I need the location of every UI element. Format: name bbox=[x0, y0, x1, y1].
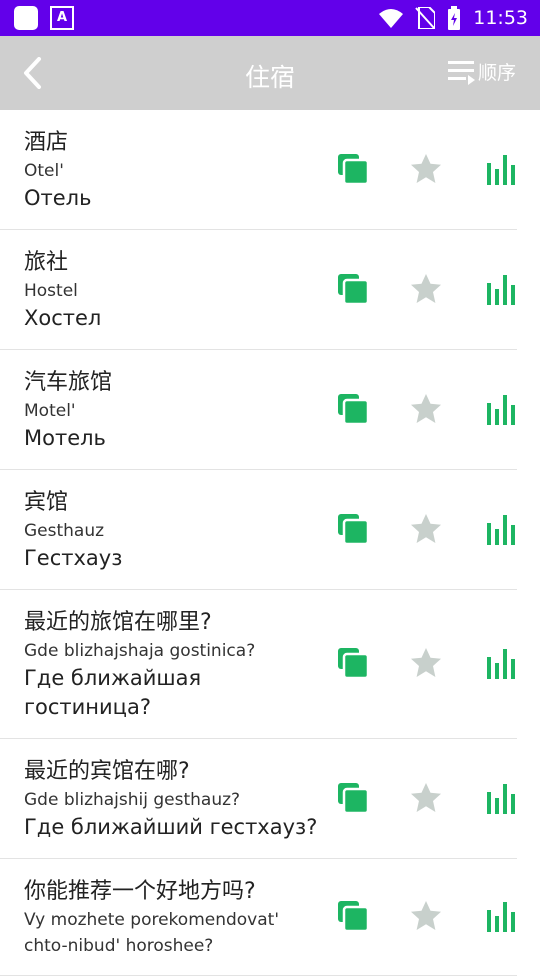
russian-text: Мотель bbox=[24, 426, 106, 450]
star-icon[interactable] bbox=[410, 513, 442, 545]
stats-bars-icon[interactable] bbox=[487, 273, 517, 305]
star-icon[interactable] bbox=[410, 153, 442, 185]
copy-icon[interactable] bbox=[337, 900, 369, 932]
russian-text: Хостел bbox=[24, 306, 102, 330]
stats-bars-icon[interactable] bbox=[487, 153, 517, 185]
wifi-icon bbox=[379, 9, 404, 28]
russian-text: Гестхауз bbox=[24, 546, 123, 570]
list-item: 你能推荐一个好地方吗? Vy mozhete porekomendovat' c… bbox=[0, 859, 517, 976]
star-icon[interactable] bbox=[410, 273, 442, 305]
stats-bars-icon[interactable] bbox=[487, 647, 517, 679]
copy-icon[interactable] bbox=[337, 647, 369, 679]
list-item: 宾馆 Gesthauz Гестхауз bbox=[0, 470, 517, 590]
star-icon[interactable] bbox=[410, 782, 442, 814]
copy-icon[interactable] bbox=[337, 513, 369, 545]
copy-icon[interactable] bbox=[337, 153, 369, 185]
russian-text: Где ближайший гестхауз? bbox=[24, 815, 318, 839]
star-icon[interactable] bbox=[410, 393, 442, 425]
sort-lines-icon bbox=[447, 60, 475, 85]
chinese-text: 旅社 bbox=[24, 250, 69, 275]
star-icon[interactable] bbox=[410, 647, 442, 679]
status-time: 11:53 bbox=[473, 7, 528, 29]
sort-order-button[interactable]: 顺序 bbox=[447, 58, 516, 85]
list-item: 旅社 Hostel Хостел bbox=[0, 230, 517, 350]
list-item: 酒店 Otel' Отель bbox=[0, 110, 517, 230]
app-bar: 住宿 顺序 bbox=[0, 36, 540, 110]
stats-bars-icon[interactable] bbox=[487, 782, 517, 814]
copy-icon[interactable] bbox=[337, 393, 369, 425]
star-icon[interactable] bbox=[410, 900, 442, 932]
status-bar: A 11:53 bbox=[0, 0, 540, 36]
phrase-list: 酒店 Otel' Отель 旅社 Hostel Хостел 汽车旅馆 Mot… bbox=[0, 110, 540, 976]
chinese-text: 最近的宾馆在哪? bbox=[24, 759, 190, 784]
notification-square-icon bbox=[14, 6, 38, 30]
chinese-text: 宾馆 bbox=[24, 490, 69, 515]
sort-label: 顺序 bbox=[477, 62, 516, 84]
a-notification-icon: A bbox=[50, 6, 74, 30]
chinese-text: 酒店 bbox=[24, 130, 69, 155]
battery-icon bbox=[448, 6, 461, 30]
chinese-text: 最近的旅馆在哪里? bbox=[24, 610, 212, 635]
list-item: 最近的旅馆在哪里? Gde blizhajshaja gostinica? Гд… bbox=[0, 590, 517, 739]
copy-icon[interactable] bbox=[337, 273, 369, 305]
russian-text: Где ближайшая гостиница? bbox=[24, 666, 202, 719]
russian-text: Отель bbox=[24, 186, 92, 210]
list-item: 汽车旅馆 Motel' Мотель bbox=[0, 350, 517, 470]
transliteration-text: Vy mozhete porekomendovat' chto-nibud' h… bbox=[24, 910, 279, 956]
stats-bars-icon[interactable] bbox=[487, 393, 517, 425]
no-sim-icon bbox=[415, 7, 436, 29]
copy-icon[interactable] bbox=[337, 782, 369, 814]
list-item: 最近的宾馆在哪? Gde blizhajshij gesthauz? Где б… bbox=[0, 739, 517, 859]
stats-bars-icon[interactable] bbox=[487, 900, 517, 932]
stats-bars-icon[interactable] bbox=[487, 513, 517, 545]
chinese-text: 汽车旅馆 bbox=[24, 370, 113, 395]
